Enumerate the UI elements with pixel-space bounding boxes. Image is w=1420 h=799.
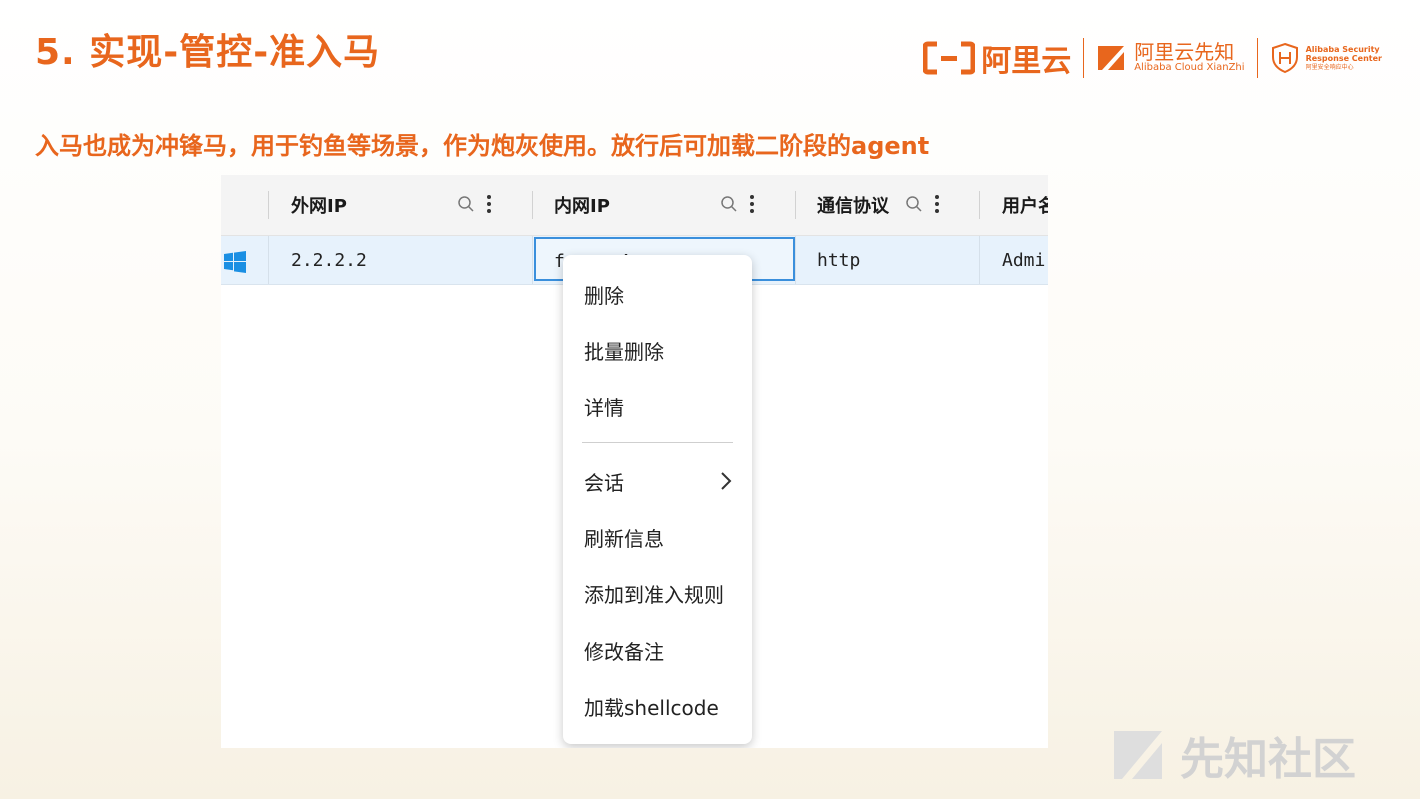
menu-item-details[interactable]: 详情 [584,386,734,426]
column-separator [532,191,533,219]
cell-username[interactable]: Admi [1002,236,1045,284]
menu-separator [582,442,733,443]
search-icon[interactable] [457,195,475,213]
xianzhi-name-cn: 阿里云先知 [1134,40,1235,65]
logo-divider [1256,38,1258,78]
watermark: 先知社区 [1110,720,1356,790]
cell-separator [979,236,980,284]
watermark-text: 先知社区 [1180,734,1356,785]
kebab-icon[interactable] [935,195,939,213]
search-icon[interactable] [905,195,923,213]
column-header-protocol[interactable]: 通信协议 [817,175,889,235]
asrc-logo: Alibaba Security Response Center 阿里安全响应中… [1270,42,1382,74]
column-header-username[interactable]: 用户名 [1002,175,1048,235]
slide-subtitle: 入马也成为冲锋马，用于钓鱼等场景，作为炮灰使用。放行后可加载二阶段的agent [35,132,930,160]
cell-separator [795,236,796,284]
menu-item-batch-delete[interactable]: 批量删除 [584,330,734,370]
asrc-name-en-line1: Alibaba Security [1305,44,1380,54]
xianzhi-mark-icon [1098,46,1125,70]
menu-item-refresh-info[interactable]: 刷新信息 [584,517,734,557]
table-header: 外网IP 内网IP 通信协议 用户名 [221,175,1048,236]
xianzhi-name-en: Alibaba Cloud XianZhi [1134,62,1245,74]
logo-divider [1083,38,1085,78]
menu-item-label: 会话 [584,470,624,495]
shield-icon [1271,42,1298,74]
cell-external-ip[interactable]: 2.2.2.2 [291,236,367,284]
xianzhi-watermark-icon [1114,731,1162,779]
column-separator [979,191,980,219]
cell-separator [532,236,533,284]
menu-item-load-shellcode[interactable]: 加载shellcode [584,686,734,726]
kebab-icon[interactable] [487,195,491,213]
app-screenshot: 外网IP 内网IP 通信协议 用户名 2.2.2.2 http Admi f 删… [221,175,1048,748]
asrc-name-en-line2: Response Center [1305,54,1382,64]
cell-protocol[interactable]: http [817,236,860,284]
windows-icon [224,251,246,273]
menu-item-session[interactable]: 会话 [584,461,734,501]
menu-item-add-to-admission-rules[interactable]: 添加到准入规则 [584,573,734,613]
context-menu: 删除 批量删除 详情 会话 刷新信息 添加到准入规则 修改备注 加载shellc… [563,255,752,744]
slide-title: 5. 实现-管控-准入马 [35,32,381,73]
menu-item-edit-note[interactable]: 修改备注 [584,630,734,670]
column-header-external-ip[interactable]: 外网IP [291,175,347,235]
asrc-name-cn: 阿里安全响应中心 [1305,64,1354,71]
cell-separator [268,236,269,284]
aliyun-logo: 阿里云 [923,36,1071,80]
aliyun-logo-text: 阿里云 [981,44,1072,79]
aliyun-bracket-icon [923,41,976,75]
column-header-internal-ip[interactable]: 内网IP [554,175,610,235]
search-icon[interactable] [720,195,738,213]
kebab-icon[interactable] [750,195,754,213]
column-separator [795,191,796,219]
chevron-right-icon [721,472,732,490]
brand-logos: 阿里云 阿里云先知 Alibaba Cloud XianZhi Alibaba … [923,36,1382,80]
xianzhi-logo: 阿里云先知 Alibaba Cloud XianZhi [1096,40,1245,74]
menu-item-delete[interactable]: 删除 [584,274,734,314]
column-separator [268,191,269,219]
